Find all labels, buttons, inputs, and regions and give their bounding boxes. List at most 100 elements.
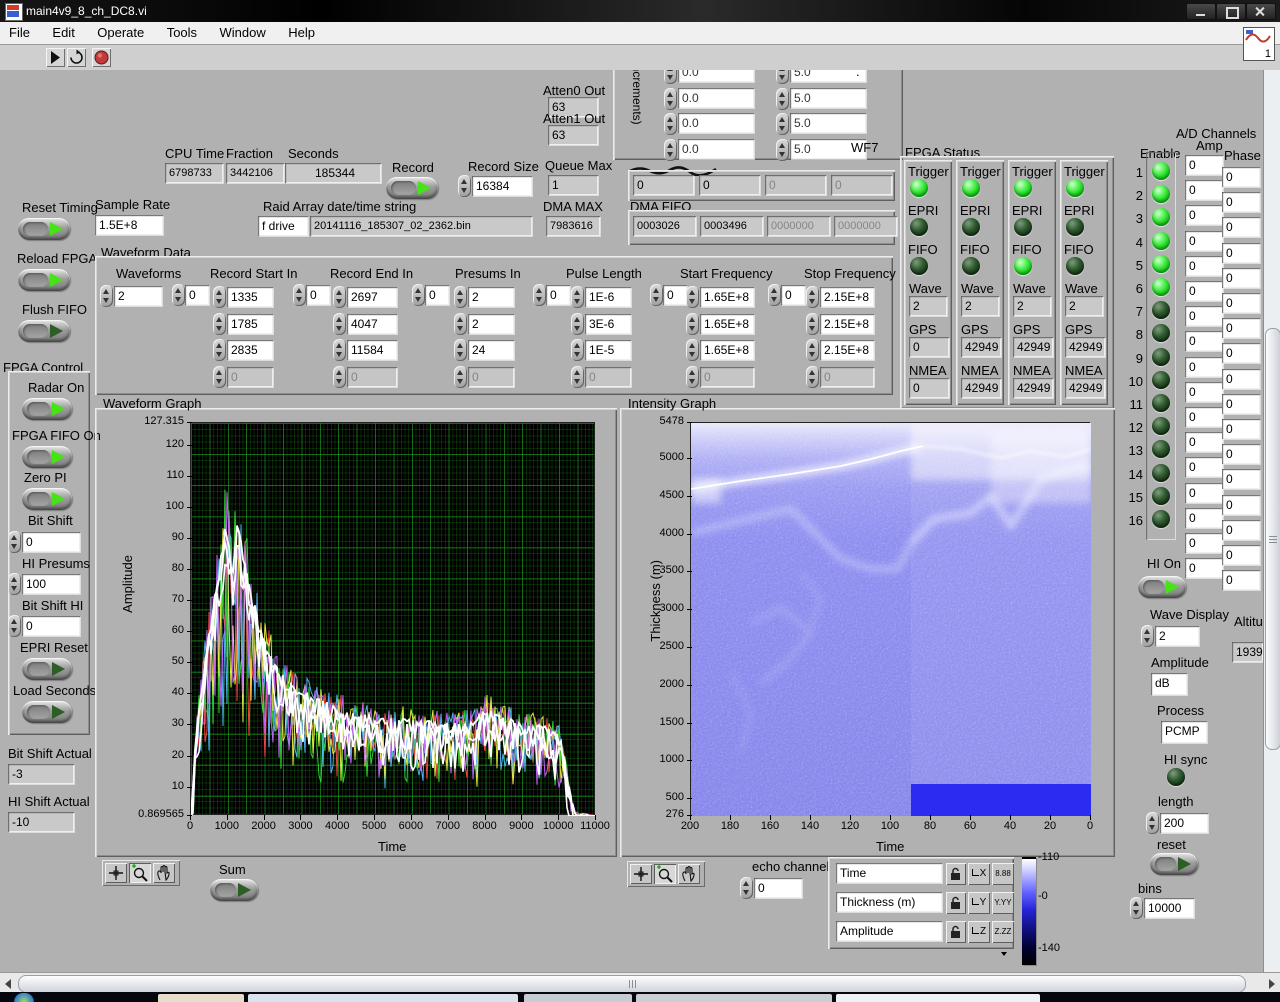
array-element-spinner[interactable] [806, 339, 819, 361]
array-element-field[interactable]: 2.15E+8 [820, 313, 874, 334]
phase-field[interactable]: 0 [1222, 368, 1260, 389]
array-element-field[interactable]: 4047 [347, 313, 397, 334]
amp-field[interactable]: 0 [1185, 482, 1223, 503]
array-element-field[interactable]: 2697 [347, 287, 397, 307]
array-index-field[interactable]: 0 [306, 285, 330, 305]
array-element-field[interactable]: 2.15E+8 [820, 340, 874, 360]
amp-field[interactable]: 0 [1185, 230, 1223, 251]
echo-channel-spinner[interactable] [740, 877, 753, 899]
phase-field[interactable]: 0 [1222, 343, 1260, 364]
axis-format-button[interactable]: 8.88 [992, 863, 1014, 898]
array-index-field[interactable]: 0 [425, 285, 449, 305]
array-element-spinner[interactable] [806, 365, 819, 388]
scroll-left-arrow[interactable] [5, 979, 11, 989]
horizontal-scrollbar[interactable] [0, 972, 1280, 993]
amp-field[interactable]: 0 [1185, 255, 1223, 276]
array-element-spinner[interactable] [686, 339, 699, 361]
menu-file[interactable]: File [0, 22, 39, 43]
increment-a-spinner[interactable] [664, 70, 677, 84]
windows-taskbar[interactable] [0, 992, 1280, 1002]
array-element-field[interactable]: 1.65E+8 [700, 340, 754, 360]
axis-name-field[interactable]: Amplitude [836, 921, 942, 941]
phase-field[interactable]: 0 [1222, 419, 1260, 439]
amp-field[interactable]: 0 [1185, 507, 1223, 528]
array-element-spinner[interactable] [333, 365, 346, 388]
array-element-field[interactable]: 1785 [227, 313, 273, 334]
axis-scale-button[interactable]: X [968, 863, 990, 885]
channel-enable-led[interactable] [1152, 347, 1170, 366]
reset-switch[interactable] [1150, 853, 1198, 875]
cursor-tool-button[interactable] [105, 863, 127, 883]
epri-reset-switch[interactable] [22, 658, 72, 680]
array-element-field[interactable]: 1E-6 [585, 287, 631, 307]
array-element-field[interactable]: 2835 [227, 340, 273, 360]
record-size-field[interactable]: 16384 [472, 176, 532, 196]
menu-operate[interactable]: Operate [88, 22, 153, 43]
taskbar-item[interactable] [158, 994, 244, 1002]
minimize-button[interactable] [1186, 3, 1216, 20]
channel-enable-led[interactable] [1152, 394, 1170, 412]
run-continuous-button[interactable] [67, 48, 86, 67]
axis-format-button[interactable]: Z.ZZ [992, 921, 1014, 956]
array-element-spinner[interactable] [806, 312, 819, 335]
array-element-spinner[interactable] [571, 286, 584, 308]
run-button[interactable] [46, 48, 65, 67]
array-index-spinner[interactable] [533, 284, 546, 306]
phase-field[interactable]: 0 [1222, 242, 1260, 263]
channel-enable-led[interactable] [1152, 162, 1170, 180]
waveforms-field[interactable]: 2 [114, 286, 162, 306]
array-element-spinner[interactable] [686, 365, 699, 388]
hi-presums-spinner[interactable] [8, 573, 21, 595]
array-element-spinner[interactable] [806, 286, 819, 308]
hi-on-switch[interactable] [1138, 576, 1186, 598]
amp-field[interactable]: 0 [1185, 155, 1223, 175]
channel-enable-led[interactable] [1152, 370, 1170, 389]
taskbar-item[interactable] [248, 994, 518, 1002]
axis-name-field[interactable]: Thickness (m) [836, 892, 942, 912]
array-element-field[interactable]: 24 [468, 340, 514, 360]
array-element-spinner[interactable] [686, 312, 699, 335]
phase-field[interactable]: 0 [1222, 318, 1260, 339]
array-element-field[interactable]: 11584 [347, 340, 397, 360]
raid-drive-field[interactable]: f drive [258, 216, 308, 236]
increment-a-field[interactable]: 0.0 [678, 138, 754, 159]
array-element-field[interactable]: 1E-5 [585, 340, 631, 360]
load-seconds-switch[interactable] [22, 701, 72, 723]
axis-lock-button[interactable] [946, 863, 966, 885]
increment-a-field[interactable]: 0.0 [678, 113, 754, 134]
array-index-spinner[interactable] [293, 284, 306, 306]
phase-field[interactable]: 0 [1222, 570, 1260, 591]
bins-field[interactable]: 10000 [1144, 898, 1194, 918]
axis-name-field[interactable]: Time [836, 863, 942, 883]
amp-field[interactable]: 0 [1185, 356, 1223, 377]
bit-shift-field[interactable]: 0 [22, 532, 80, 552]
phase-field[interactable]: 0 [1222, 545, 1260, 565]
axis-lock-button[interactable] [946, 892, 966, 914]
array-index-spinner[interactable] [768, 284, 781, 306]
start-orb[interactable] [14, 993, 34, 1002]
close-button[interactable] [1246, 3, 1276, 20]
phase-field[interactable]: 0 [1222, 519, 1260, 540]
phase-field[interactable]: 0 [1222, 217, 1260, 238]
channel-enable-led[interactable] [1152, 463, 1170, 482]
length-spinner[interactable] [1146, 812, 1159, 834]
increment-b-spinner[interactable] [776, 70, 789, 84]
axis-scale-button[interactable]: Y [968, 892, 990, 914]
array-element-field[interactable]: 1.65E+8 [700, 313, 754, 334]
bit-shift-hi-field[interactable]: 0 [22, 616, 80, 636]
echo-channel-field[interactable]: 0 [754, 878, 802, 898]
bit-shift-hi-spinner[interactable] [8, 615, 21, 637]
array-index-field[interactable]: 0 [185, 285, 209, 305]
fpga-fifo-on-switch[interactable] [22, 446, 72, 468]
array-element-spinner[interactable] [571, 312, 584, 335]
array-element-field[interactable]: 2.15E+8 [820, 287, 874, 307]
vertical-scrollbar[interactable] [1263, 70, 1280, 972]
phase-field[interactable]: 0 [1222, 393, 1260, 414]
wave-display-field[interactable]: 2 [1155, 626, 1199, 646]
radar-on-switch[interactable] [22, 398, 72, 420]
channel-enable-led[interactable] [1152, 278, 1170, 296]
increment-b-spinner[interactable] [776, 138, 789, 161]
sum-switch[interactable] [210, 879, 258, 901]
reset-timing-switch[interactable] [18, 218, 70, 240]
array-element-field[interactable]: 2 [468, 313, 514, 334]
